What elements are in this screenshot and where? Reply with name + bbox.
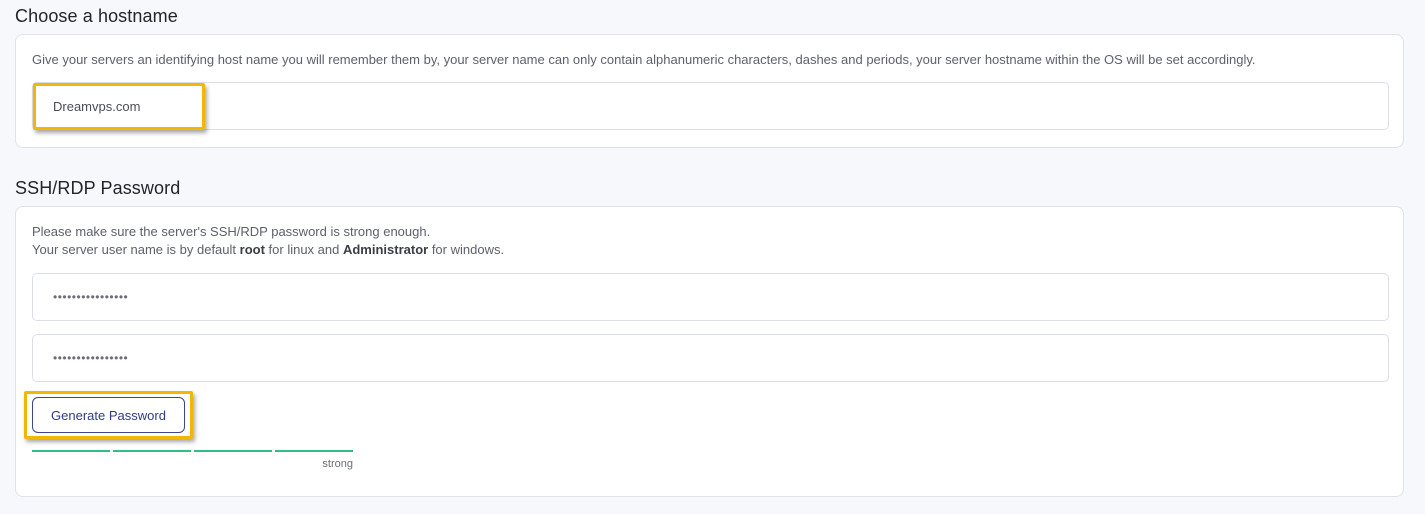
password-input[interactable] <box>32 273 1389 321</box>
hostname-input[interactable] <box>32 82 1389 130</box>
desc-prefix: Your server user name is by default <box>32 242 240 257</box>
desc-suffix: for windows. <box>428 242 505 257</box>
password-strength-label: strong <box>322 458 353 470</box>
linux-username: root <box>239 242 265 257</box>
password-description-line1: Please make sure the server's SSH/RDP pa… <box>32 224 431 239</box>
server-config-page: Choose a hostname Give your servers an i… <box>0 0 1425 514</box>
desc-mid: for linux and <box>264 242 343 257</box>
strength-segment <box>32 450 110 452</box>
password-card: Please make sure the server's SSH/RDP pa… <box>15 206 1404 497</box>
hostname-description: Give your servers an identifying host na… <box>32 52 1256 67</box>
generate-password-button[interactable]: Generate Password <box>32 397 185 433</box>
strength-segment <box>275 450 353 452</box>
password-section-title: SSH/RDP Password <box>15 178 181 198</box>
hostname-card: Give your servers an identifying host na… <box>15 34 1404 148</box>
confirm-password-input[interactable] <box>32 334 1389 382</box>
windows-username: Administrator <box>342 242 429 257</box>
password-strength-meter <box>32 450 353 452</box>
password-description-line2: Your server user name is by default root… <box>32 241 504 259</box>
hostname-section-title: Choose a hostname <box>15 6 178 26</box>
strength-segment <box>113 450 191 452</box>
strength-segment <box>194 450 272 452</box>
